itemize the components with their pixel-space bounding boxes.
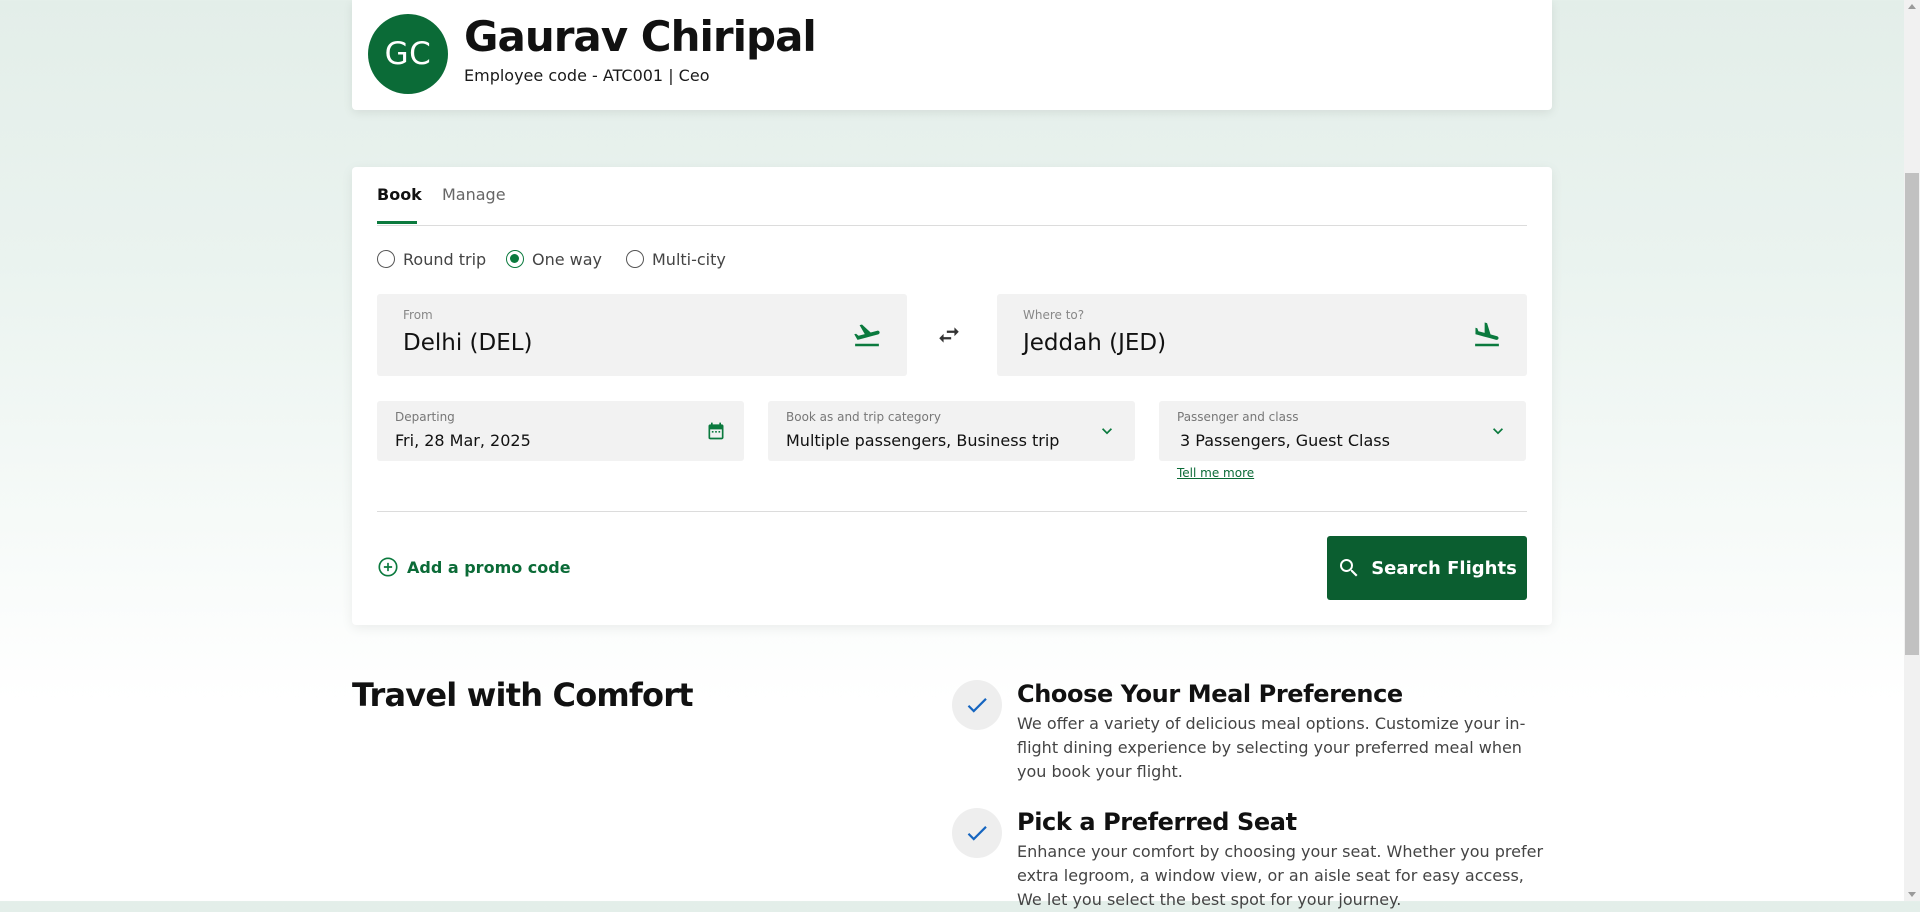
passenger-class-value: 3 Passengers, Guest Class <box>1180 431 1390 450</box>
promo-label: Add a promo code <box>407 557 571 577</box>
to-label: Where to? <box>1023 308 1085 322</box>
trip-category-label: Book as and trip category <box>786 410 941 424</box>
calendar-icon[interactable] <box>706 421 726 441</box>
trip-type-round-trip[interactable]: Round trip <box>377 247 486 271</box>
to-value[interactable]: Jeddah (JED) <box>1023 330 1166 356</box>
feature-seat: Pick a Preferred Seat Enhance your comfo… <box>952 808 1552 909</box>
from-value[interactable]: Delhi (DEL) <box>403 330 533 356</box>
search-flights-label: Search Flights <box>1371 557 1517 579</box>
avatar: GC <box>368 14 448 94</box>
add-promo-code-button[interactable]: Add a promo code <box>377 556 571 578</box>
swap-arrows-icon[interactable] <box>936 322 962 348</box>
check-icon <box>952 680 1002 730</box>
radio-label: Round trip <box>403 249 487 269</box>
employee-meta: Employee code - ATC001 | Ceo <box>464 66 710 85</box>
profile-card: GC Gaurav Chiripal Employee code - ATC00… <box>352 0 1552 110</box>
scrollbar-thumb[interactable] <box>1905 173 1919 655</box>
feature-title: Pick a Preferred Seat <box>1017 808 1297 836</box>
profile-name: Gaurav Chiripal <box>464 12 817 61</box>
tell-me-more-link[interactable]: Tell me more <box>1177 466 1254 480</box>
from-field[interactable]: From Delhi (DEL) <box>377 294 907 376</box>
trip-type-multi-city[interactable]: Multi-city <box>626 247 726 271</box>
feature-desc: Enhance your comfort by choosing your se… <box>1017 842 1544 909</box>
trip-category-select[interactable]: Book as and trip category Multiple passe… <box>768 401 1135 461</box>
departing-label: Departing <box>395 410 455 424</box>
search-icon <box>1340 559 1358 577</box>
divider <box>377 511 1527 512</box>
plus-circle-icon <box>378 557 398 577</box>
check-icon <box>952 808 1002 858</box>
passenger-class-label: Passenger and class <box>1177 410 1299 424</box>
tab-book[interactable]: Book <box>377 185 422 204</box>
feature-desc: We offer a variety of delicious meal opt… <box>1017 714 1526 781</box>
feature-meal: Choose Your Meal Preference We offer a v… <box>952 680 1552 790</box>
booking-tabs: Book Manage <box>377 167 1527 226</box>
scroll-up-arrow-icon[interactable] <box>1908 4 1916 9</box>
plane-takeoff-icon <box>854 324 880 347</box>
radio-one-way[interactable] <box>506 250 524 268</box>
radio-round-trip[interactable] <box>377 250 395 268</box>
radio-multi-city[interactable] <box>626 250 644 268</box>
trip-type-one-way[interactable]: One way <box>506 247 602 271</box>
page: GC Gaurav Chiripal Employee code - ATC00… <box>0 0 1904 909</box>
trip-category-value: Multiple passengers, Business trip <box>786 431 1060 450</box>
scroll-down-arrow-icon[interactable] <box>1908 892 1916 897</box>
chevron-down-icon <box>1102 428 1112 435</box>
to-field[interactable]: Where to? Jeddah (JED) <box>997 294 1527 376</box>
plane-landing-icon <box>1475 322 1499 347</box>
tab-manage[interactable]: Manage <box>442 185 506 204</box>
departing-date-field[interactable]: Departing Fri, 28 Mar, 2025 <box>377 401 744 461</box>
radio-label: One way <box>532 249 603 269</box>
search-flights-button[interactable]: Search Flights <box>1327 536 1527 600</box>
radio-label: Multi-city <box>652 249 726 269</box>
from-label: From <box>403 308 433 322</box>
booking-widget: Book Manage Round trip One way Multi-cit… <box>352 167 1552 625</box>
passenger-class-select[interactable]: Passenger and class 3 Passengers, Guest … <box>1159 401 1526 461</box>
chevron-down-icon <box>1493 428 1503 435</box>
active-tab-indicator <box>377 221 417 224</box>
departing-value: Fri, 28 Mar, 2025 <box>395 431 531 450</box>
feature-title: Choose Your Meal Preference <box>1017 680 1403 708</box>
section-title: Travel with Comfort <box>352 676 694 714</box>
